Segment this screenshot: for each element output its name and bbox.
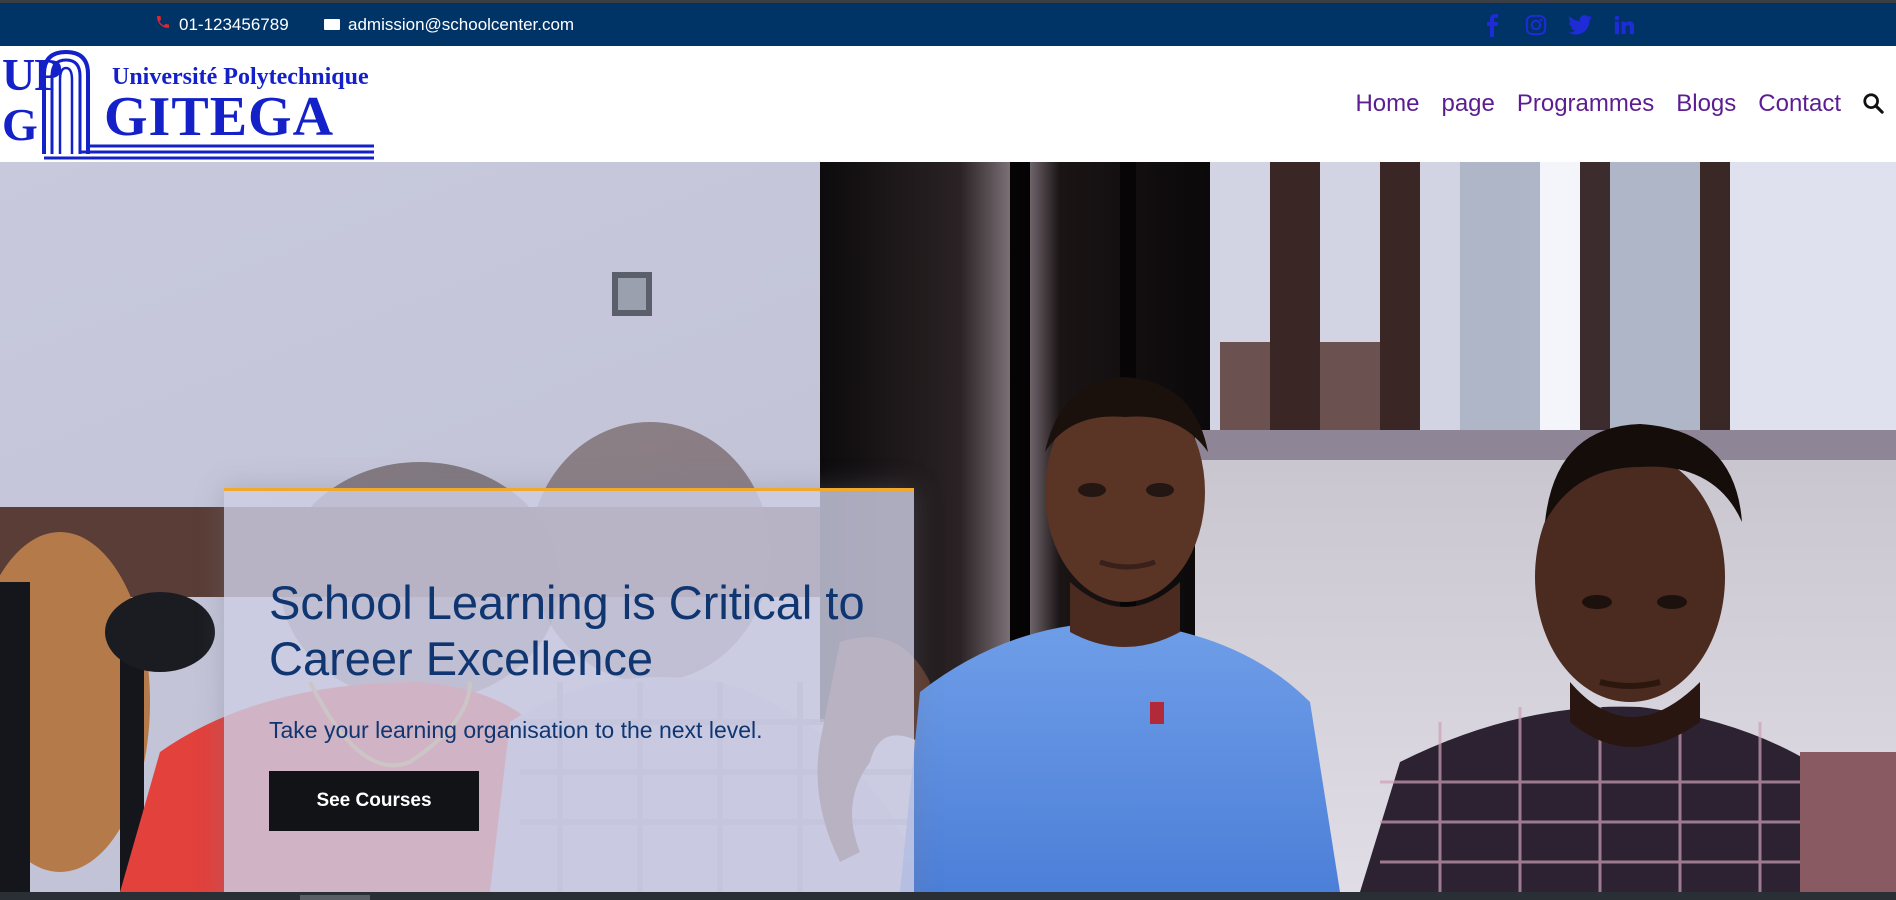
top-contact-bar: 01-123456789 admission@schoolcenter.com (0, 3, 1896, 46)
hero-card: School Learning is Critical to Career Ex… (224, 488, 914, 892)
phone-contact[interactable]: 01-123456789 (155, 3, 289, 46)
phone-number: 01-123456789 (179, 14, 289, 34)
phone-icon (155, 14, 171, 35)
nav-blogs[interactable]: Blogs (1676, 90, 1736, 118)
instagram-icon[interactable] (1524, 13, 1548, 37)
email-contact[interactable]: admission@schoolcenter.com (324, 3, 574, 46)
linkedin-icon[interactable] (1612, 13, 1636, 37)
nav-programmes[interactable]: Programmes (1517, 90, 1654, 118)
see-courses-button[interactable]: See Courses (269, 771, 479, 831)
email-address: admission@schoolcenter.com (348, 14, 575, 34)
hero-title: School Learning is Critical to Career Ex… (269, 576, 865, 685)
scrollbar-thumb[interactable] (300, 895, 370, 900)
nav-page[interactable]: page (1441, 90, 1494, 118)
facebook-icon[interactable] (1480, 13, 1504, 37)
hero-subtitle: Take your learning organisation to the n… (269, 717, 763, 743)
nav-home[interactable]: Home (1355, 90, 1419, 118)
logo-monogram-top: UP (2, 49, 62, 100)
search-icon[interactable] (1862, 92, 1888, 118)
horizontal-scrollbar[interactable] (0, 892, 1896, 900)
page: 01-123456789 admission@schoolcenter.com (0, 0, 1896, 900)
main-navbar: UP G Université Polytechnique GITEGA Hom… (0, 46, 1896, 162)
nav-contact[interactable]: Contact (1758, 90, 1841, 118)
social-links (1480, 3, 1636, 46)
site-logo[interactable]: UP G Université Polytechnique GITEGA (0, 46, 380, 162)
hero-section: School Learning is Critical to Career Ex… (0, 162, 1896, 892)
logo-line2: GITEGA (104, 86, 335, 148)
primary-nav: Home page Programmes Blogs Contact (1355, 46, 1841, 162)
logo-monogram-bottom: G (2, 99, 38, 150)
twitter-icon[interactable] (1568, 13, 1592, 37)
mail-icon (324, 19, 340, 30)
